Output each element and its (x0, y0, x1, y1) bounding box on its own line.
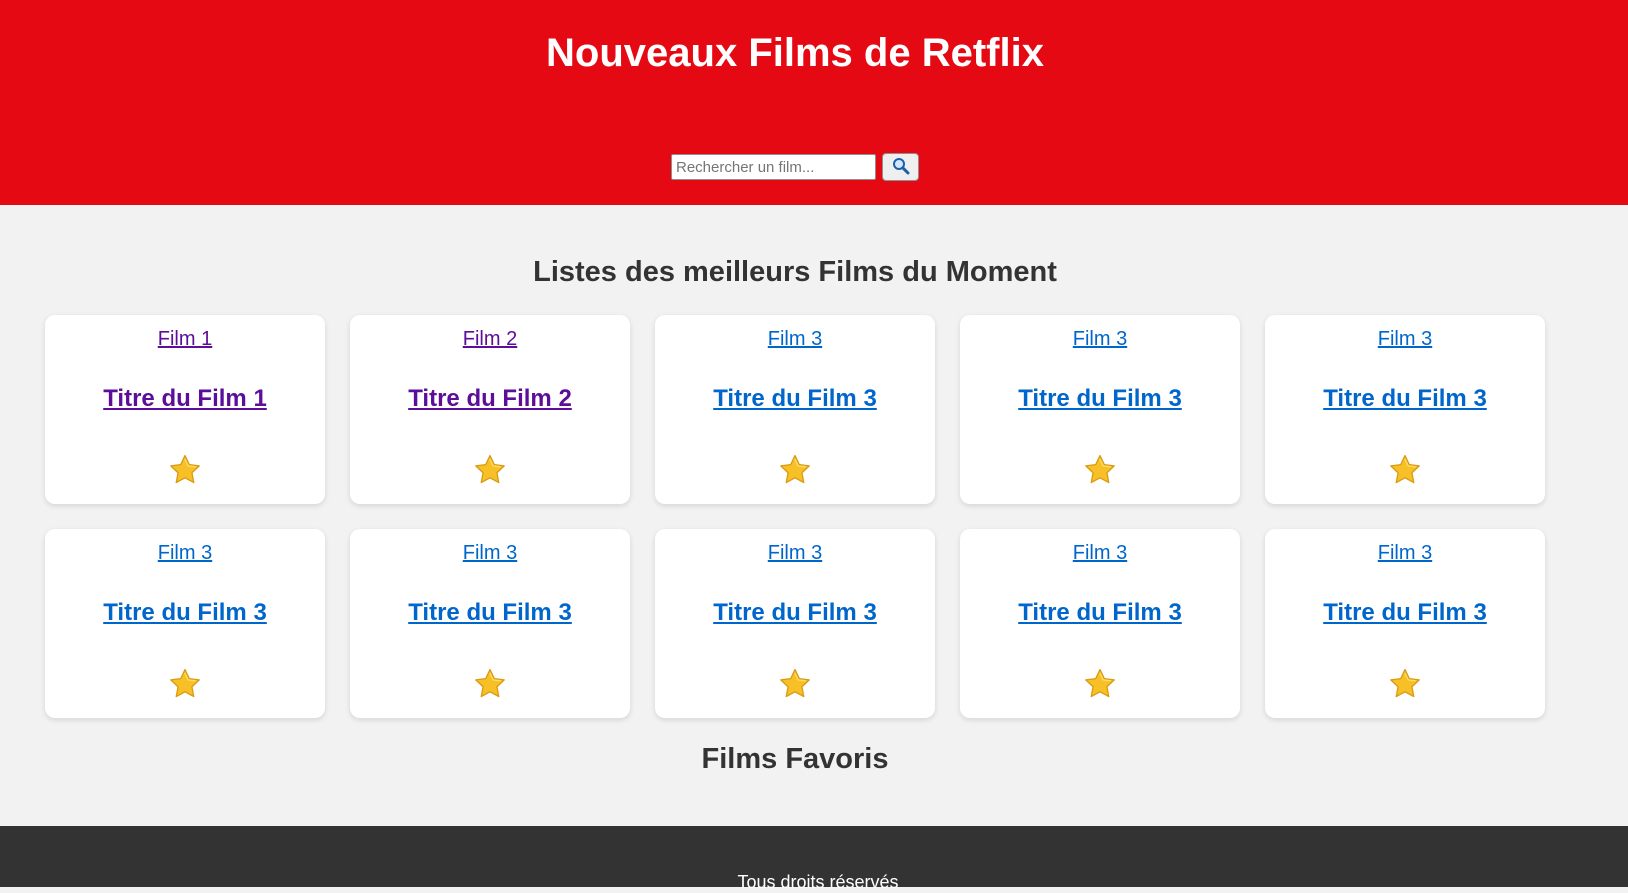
film-link[interactable]: Film 3 (350, 541, 630, 565)
star-icon[interactable] (1083, 667, 1117, 701)
film-link[interactable]: Film 3 (960, 541, 1240, 565)
film-title-link[interactable]: Titre du Film 3 (350, 599, 630, 627)
site-footer: Tous droits réservés (0, 826, 1628, 892)
film-title-link[interactable]: Titre du Film 3 (655, 599, 935, 627)
favorites-title: Films Favoris (701, 743, 889, 775)
site-title: Nouveaux Films de Retflix (546, 31, 1044, 75)
star-icon[interactable] (1388, 667, 1422, 701)
search-input[interactable] (671, 154, 876, 180)
star-icon[interactable] (1388, 453, 1422, 487)
star-icon[interactable] (473, 453, 507, 487)
film-link[interactable]: Film 3 (45, 541, 325, 565)
film-title-link[interactable]: Titre du Film 2 (350, 385, 630, 413)
film-link[interactable]: Film 1 (45, 327, 325, 351)
star-icon[interactable] (168, 667, 202, 701)
star-icon[interactable] (1083, 453, 1117, 487)
film-link[interactable]: Film 3 (1265, 541, 1545, 565)
film-card: Film 3 Titre du Film 3 (655, 315, 935, 504)
star-icon[interactable] (778, 667, 812, 701)
film-card: Film 3 Titre du Film 3 (960, 315, 1240, 504)
film-title-link[interactable]: Titre du Film 3 (1265, 385, 1545, 413)
film-card: Film 3 Titre du Film 3 (350, 529, 630, 718)
film-card: Film 3 Titre du Film 3 (655, 529, 935, 718)
film-title-link[interactable]: Titre du Film 3 (1265, 599, 1545, 627)
film-card: Film 3 Titre du Film 3 (960, 529, 1240, 718)
film-card: Film 1 Titre du Film 1 (45, 315, 325, 504)
film-title-link[interactable]: Titre du Film 3 (45, 599, 325, 627)
star-icon[interactable] (778, 453, 812, 487)
film-card: Film 3 Titre du Film 3 (1265, 315, 1545, 504)
film-link[interactable]: Film 3 (960, 327, 1240, 351)
film-title-link[interactable]: Titre du Film 3 (960, 385, 1240, 413)
star-icon[interactable] (473, 667, 507, 701)
film-link[interactable]: Film 3 (655, 327, 935, 351)
film-title-link[interactable]: Titre du Film 3 (960, 599, 1240, 627)
film-card: Film 2 Titre du Film 2 (350, 315, 630, 504)
film-link[interactable]: Film 2 (350, 327, 630, 351)
film-title-link[interactable]: Titre du Film 1 (45, 385, 325, 413)
film-card: Film 3 Titre du Film 3 (1265, 529, 1545, 718)
magnifier-icon (892, 157, 910, 178)
star-icon[interactable] (168, 453, 202, 487)
film-link[interactable]: Film 3 (1265, 327, 1545, 351)
film-link[interactable]: Film 3 (655, 541, 935, 565)
film-card: Film 3 Titre du Film 3 (45, 529, 325, 718)
footer-text: Tous droits réservés (737, 872, 899, 892)
search-button[interactable] (882, 153, 919, 181)
section-title: Listes des meilleurs Films du Moment (533, 256, 1057, 288)
film-title-link[interactable]: Titre du Film 3 (655, 385, 935, 413)
site-header: Nouveaux Films de Retflix (0, 0, 1628, 205)
film-grid: Film 1 Titre du Film 1 Film 2 Titre du Film… (45, 315, 1545, 718)
